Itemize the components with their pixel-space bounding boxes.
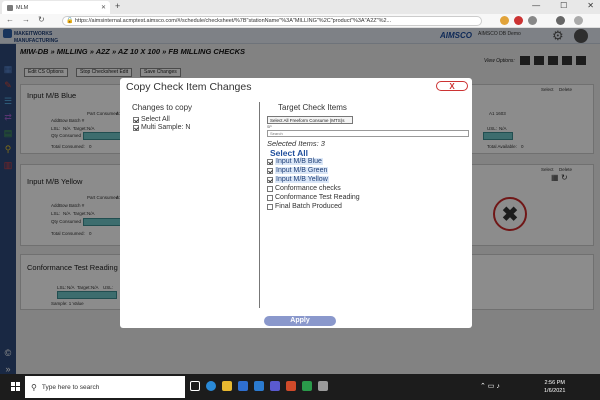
minimize-icon[interactable]: — [532,1,540,10]
change-label: Select All [141,116,170,123]
tab-title: MLM [16,4,29,11]
target-item-yellow[interactable]: Input M/B Yellow [267,176,329,183]
clock-time: 2:56 PM [544,380,565,386]
change-multi-sample[interactable]: Multi Sample: N [133,124,190,131]
outlook-icon[interactable] [254,381,264,391]
sp-label: SP [267,125,272,129]
browser-tab[interactable]: MLM ✕ [2,1,110,14]
target-label: Input M/B Green [275,167,329,174]
dialog-title: Copy Check Item Changes [126,81,252,93]
target-label: Input M/B Blue [275,158,323,165]
taskbar-search[interactable]: ⚲ Type here to search [25,376,185,398]
new-tab-icon[interactable]: + [115,1,120,11]
page-favicon-icon [7,4,13,11]
favorites-icon[interactable] [528,16,537,25]
target-label: Conformance checks [275,185,341,192]
more-icon[interactable] [574,16,583,25]
app-icon[interactable] [318,381,328,391]
change-select-all[interactable]: Select All [133,116,170,123]
word-icon[interactable] [238,381,248,391]
checkbox-checked-icon[interactable] [133,124,139,131]
target-item-final-batch[interactable]: Final Batch Produced [267,203,342,210]
window-controls: — ☐ ✕ [532,1,594,10]
search-input[interactable]: Search [267,130,469,137]
teams-icon[interactable] [270,381,280,391]
changes-heading: Changes to copy [132,103,193,112]
browser-tab-bar: MLM ✕ + — ☐ ✕ [0,0,600,14]
file-explorer-icon[interactable] [222,381,232,391]
target-item-blue[interactable]: Input M/B Blue [267,158,323,165]
powerpoint-icon[interactable] [286,381,296,391]
address-bar[interactable]: 🔒 https://aimsinternal.acmptest.aimsco.c… [62,16,482,26]
target-item-conformance-checks[interactable]: Conformance checks [267,185,341,192]
taskbar: ⚲ Type here to search ⌃ ▭ ♪ 2:56 PM 1/6/… [0,374,600,400]
back-icon[interactable]: ← [6,15,14,24]
target-item-conformance-test[interactable]: Conformance Test Reading [267,194,360,201]
target-label: Final Batch Produced [275,203,342,210]
copy-check-item-dialog: Copy Check Item Changes X Changes to cop… [120,78,472,328]
select-all-link[interactable]: Select All [270,148,308,158]
close-button[interactable]: X [436,81,468,91]
checkbox-checked-icon[interactable] [267,176,273,183]
profile-icon[interactable] [556,16,565,25]
clock-date: 1/6/2021 [544,388,566,394]
search-icon: ⚲ [31,382,37,392]
task-view-icon[interactable] [190,381,200,391]
taskbar-clock[interactable]: 2:56 PM 1/6/2021 [544,379,565,395]
target-label: Input M/B Yellow [275,176,329,183]
close-window-icon[interactable]: ✕ [587,1,594,10]
apply-button[interactable]: Apply [264,316,336,326]
extension-red-icon[interactable] [514,16,523,25]
excel-icon[interactable] [302,381,312,391]
target-label: Conformance Test Reading [275,194,360,201]
checkbox-icon[interactable] [267,203,273,210]
checkbox-checked-icon[interactable] [133,116,139,123]
edge-icon[interactable] [206,381,216,391]
refresh-icon[interactable]: ↻ [38,15,45,24]
target-item-green[interactable]: Input M/B Green [267,167,329,174]
target-heading: Target Check Items [278,103,347,112]
taskbar-search-placeholder: Type here to search [41,383,100,391]
forward-icon[interactable]: → [22,15,30,24]
checkbox-icon[interactable] [267,194,273,201]
selected-items-count: Selected Items: 3 [267,139,325,148]
browser-toolbar: ← → ↻ 🔒 https://aimsinternal.acmptest.ai… [0,14,600,28]
close-tab-icon[interactable]: ✕ [101,4,106,11]
checkbox-checked-icon[interactable] [267,167,273,174]
url-text: https://aimsinternal.acmptest.aimsco.com… [75,18,392,24]
windows-start-icon[interactable] [11,382,21,392]
extension-icon[interactable] [500,16,509,25]
change-label: Multi Sample: N [141,124,191,131]
checkbox-icon[interactable] [267,185,273,192]
maximize-icon[interactable]: ☐ [560,1,567,10]
dialog-divider [259,102,260,308]
checkbox-checked-icon[interactable] [267,158,273,165]
system-tray-icon[interactable]: ⌃ ▭ ♪ [480,382,500,390]
lock-icon: 🔒 [66,18,74,24]
select-all-freeform-button[interactable]: Select All Freeform Consume (MTS)s [267,116,353,124]
